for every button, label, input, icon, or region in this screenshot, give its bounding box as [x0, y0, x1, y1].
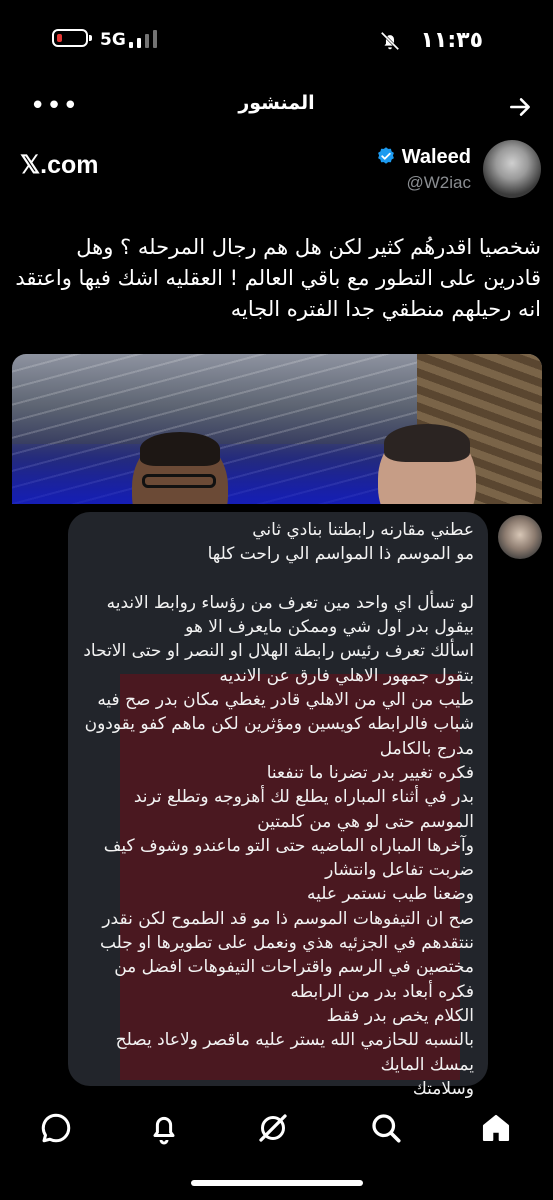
- author-block[interactable]: Waleed @W2iac: [372, 146, 471, 193]
- author-handle: @W2iac: [406, 173, 472, 192]
- grok-icon[interactable]: [255, 1110, 291, 1146]
- person-left: [132, 432, 228, 504]
- avatar[interactable]: [483, 140, 541, 198]
- chat-icon[interactable]: [38, 1110, 74, 1146]
- post-image[interactable]: [12, 354, 542, 504]
- source-label: 𝕏.com: [20, 151, 99, 179]
- signal-icon: [127, 30, 163, 48]
- person-right: [378, 424, 476, 504]
- top-header: ••• المنشور: [0, 80, 553, 132]
- post-text: شخصيا اقدرهُم كثير لكن هل هم رجال المرحل…: [15, 235, 541, 321]
- chat-bubble: عطني مقارنه رابطتنا بنادي ثاني مو الموسم…: [68, 512, 488, 1099]
- network-type: 5G: [100, 30, 126, 50]
- home-icon[interactable]: [478, 1110, 514, 1146]
- home-indicator: [190, 1180, 363, 1186]
- search-icon[interactable]: [368, 1110, 404, 1146]
- clock: ١١:٣٥: [420, 28, 483, 53]
- bell-slash-icon: [380, 31, 400, 51]
- status-bar: 5G ١١:٣٥: [0, 0, 553, 80]
- bell-icon[interactable]: [146, 1110, 182, 1146]
- battery-icon: [52, 29, 92, 47]
- author-name: Waleed: [401, 146, 471, 168]
- chat-message: عطني مقارنه رابطتنا بنادي ثاني مو الموسم…: [83, 520, 474, 1099]
- arrow-right-icon[interactable]: [507, 94, 533, 120]
- page-title: المنشور: [238, 92, 315, 114]
- verified-badge-icon: [378, 147, 395, 164]
- bottom-tab-bar: [0, 1100, 553, 1160]
- chat-avatar: [498, 515, 542, 559]
